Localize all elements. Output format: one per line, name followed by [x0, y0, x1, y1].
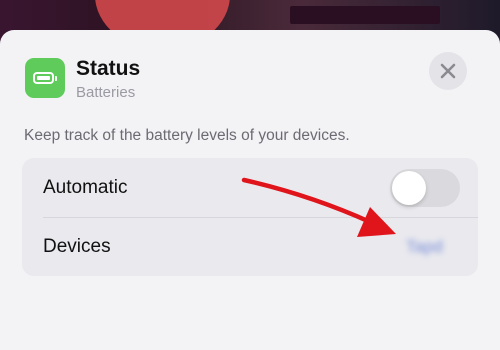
toggle-knob	[392, 171, 426, 205]
automatic-toggle[interactable]	[390, 169, 460, 207]
battery-icon	[25, 58, 65, 98]
devices-value[interactable]: Tapd	[406, 237, 443, 257]
row-divider	[43, 217, 478, 218]
widget-subtitle: Batteries	[76, 84, 136, 101]
devices-label: Devices	[43, 236, 111, 257]
widget-title: Status	[76, 57, 141, 80]
close-icon	[440, 63, 456, 79]
widget-description: Keep track of the battery levels of your…	[24, 127, 350, 144]
background-dark-bar	[290, 6, 440, 24]
settings-card: Automatic Devices Tapd	[22, 158, 478, 276]
automatic-label: Automatic	[43, 177, 128, 198]
battery-tip	[55, 75, 57, 81]
battery-body	[33, 72, 54, 84]
close-button[interactable]	[429, 52, 467, 90]
